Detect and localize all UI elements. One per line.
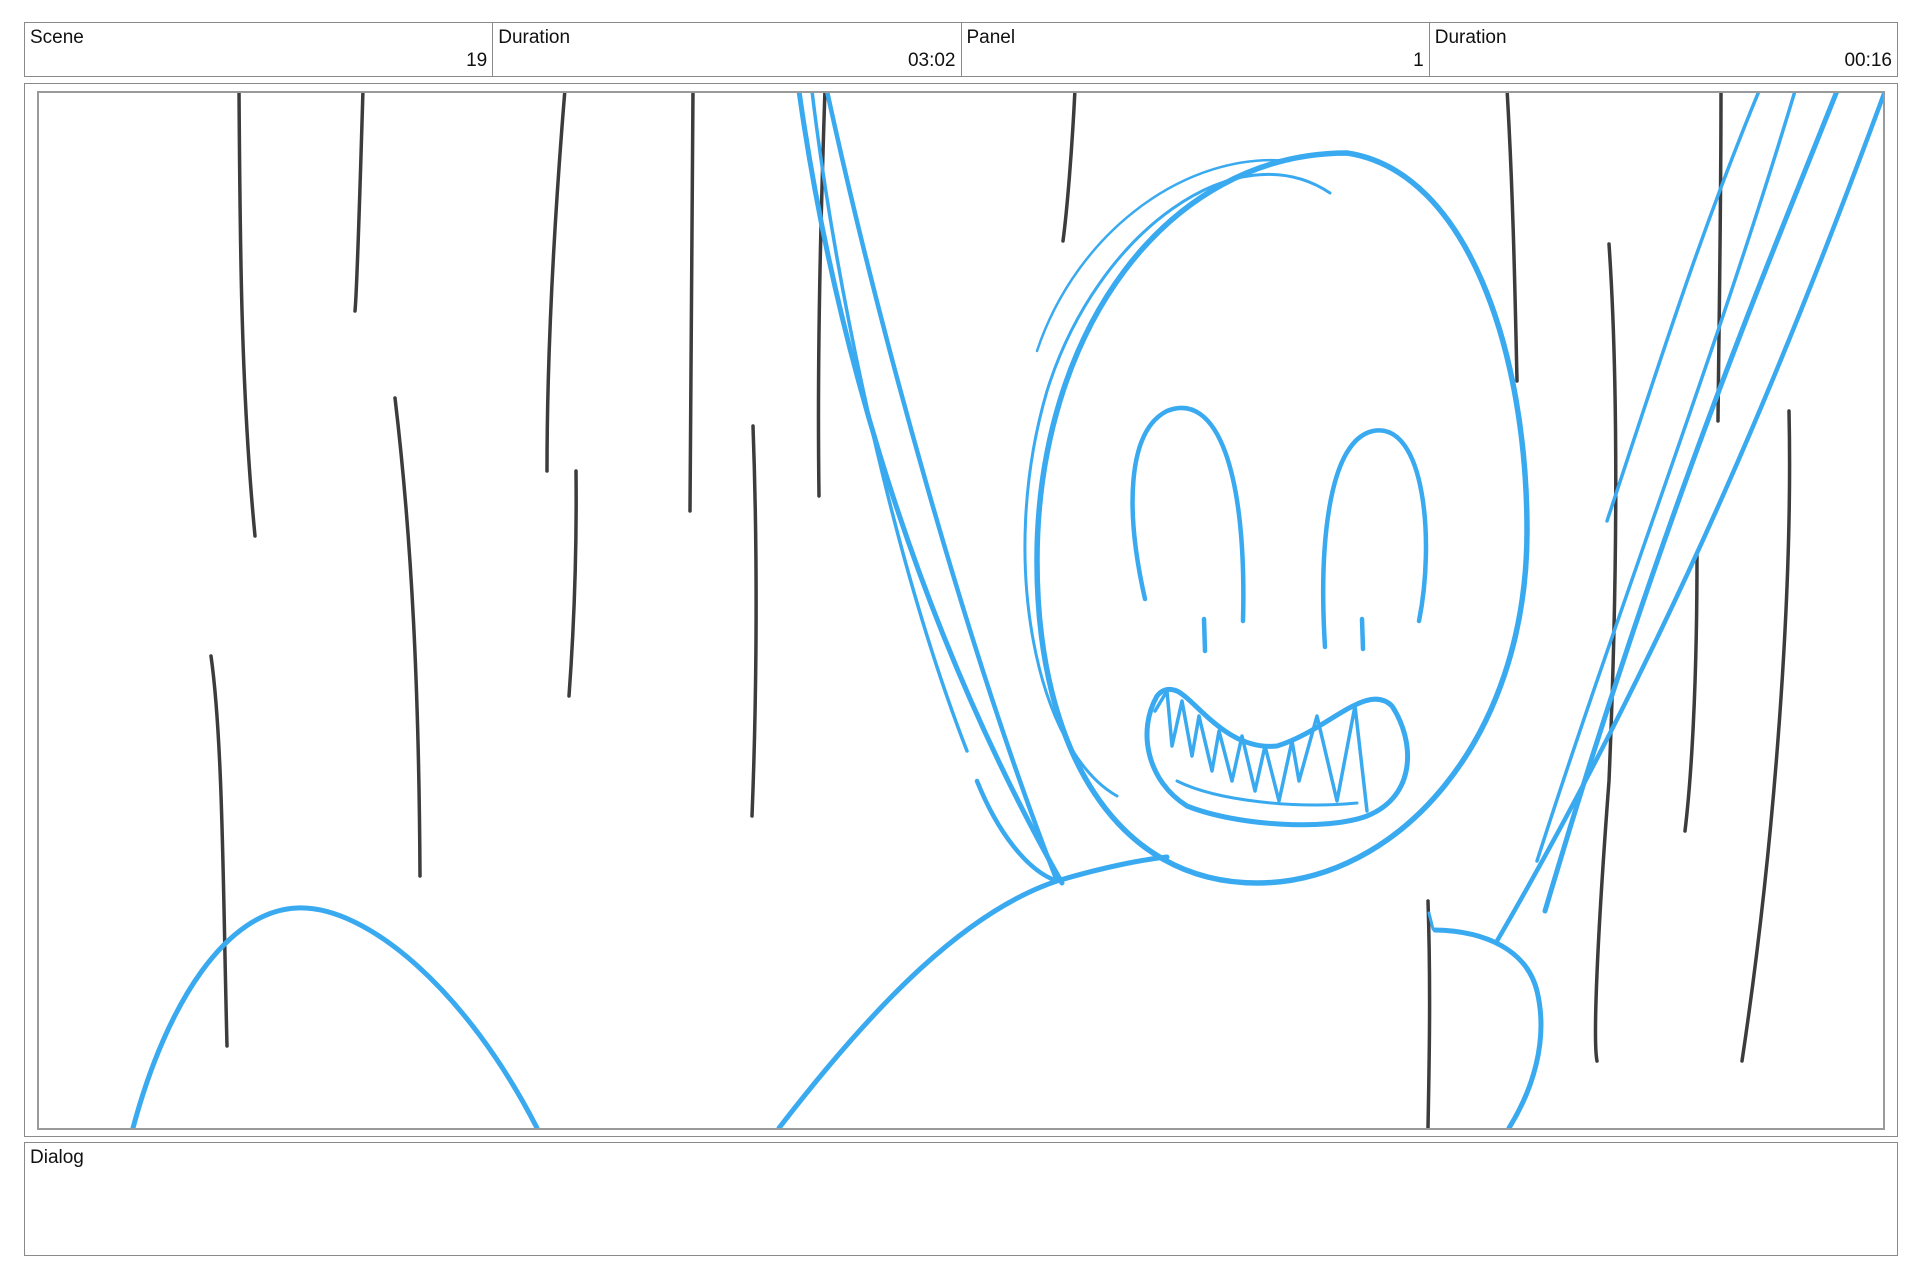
rain-streak (353, 93, 365, 313)
scene-duration-value: 03:02 (907, 50, 956, 71)
left-arm-stroke (810, 93, 969, 753)
panel-drawing-area[interactable] (37, 91, 1885, 1130)
character-head (1034, 150, 1530, 886)
left-nose-mark (1201, 616, 1208, 654)
right-eye (1321, 428, 1429, 650)
left-arm (796, 93, 1065, 886)
right-shoulder (1432, 927, 1544, 1128)
rain-streak (393, 396, 422, 878)
scene-number: 19 (466, 50, 488, 71)
rain-streak (1505, 93, 1519, 383)
storyboard-sketch (130, 93, 1883, 1128)
panel-number: 1 (1413, 50, 1424, 71)
rain-streak (237, 93, 257, 538)
panel-duration-cell[interactable]: Duration 00:16 (1430, 23, 1897, 76)
rain-streak (750, 424, 758, 818)
scene-duration-cell[interactable]: Duration 03:02 (493, 23, 962, 76)
storyboard-header: Scene 19 Duration 03:02 Panel 1 Duration… (24, 22, 1898, 77)
panel-cell[interactable]: Panel 1 (962, 23, 1430, 76)
scene-cell[interactable]: Scene 19 (25, 23, 494, 76)
rain-streak (688, 93, 695, 513)
rain-streaks (209, 93, 1792, 1128)
right-arm-stroke (1535, 93, 1797, 863)
left-eye (1130, 405, 1246, 624)
panel-label: Panel (966, 27, 1016, 48)
panel-duration-value: 00:16 (1844, 50, 1892, 71)
rain-streak (1426, 899, 1432, 1128)
rain-streak (545, 93, 567, 473)
right-nose-mark (1359, 616, 1366, 652)
panel-frame (24, 83, 1898, 1137)
rain-streak (567, 469, 578, 698)
body (776, 854, 1170, 1128)
right-arm-stroke (1605, 93, 1761, 523)
right-arm (1494, 93, 1883, 944)
mouth-teeth (1153, 689, 1369, 813)
head-sketch-line (1023, 173, 1332, 798)
scene-label: Scene (30, 27, 84, 48)
head-bump (130, 905, 540, 1128)
rain-streak (209, 654, 229, 1048)
rain-streak (1061, 93, 1077, 243)
character-sketch (130, 93, 1883, 1128)
panel-duration-label: Duration (1434, 27, 1507, 48)
rain-streak (1716, 93, 1723, 423)
dialog-box[interactable]: Dialog (24, 1142, 1898, 1256)
scene-duration-label: Duration (498, 27, 571, 48)
rain-streak (1740, 409, 1792, 1063)
mouth-inner (1175, 779, 1359, 807)
rain-streak (1683, 554, 1699, 833)
dialog-label: Dialog (30, 1147, 84, 1168)
left-arm (825, 93, 1060, 884)
